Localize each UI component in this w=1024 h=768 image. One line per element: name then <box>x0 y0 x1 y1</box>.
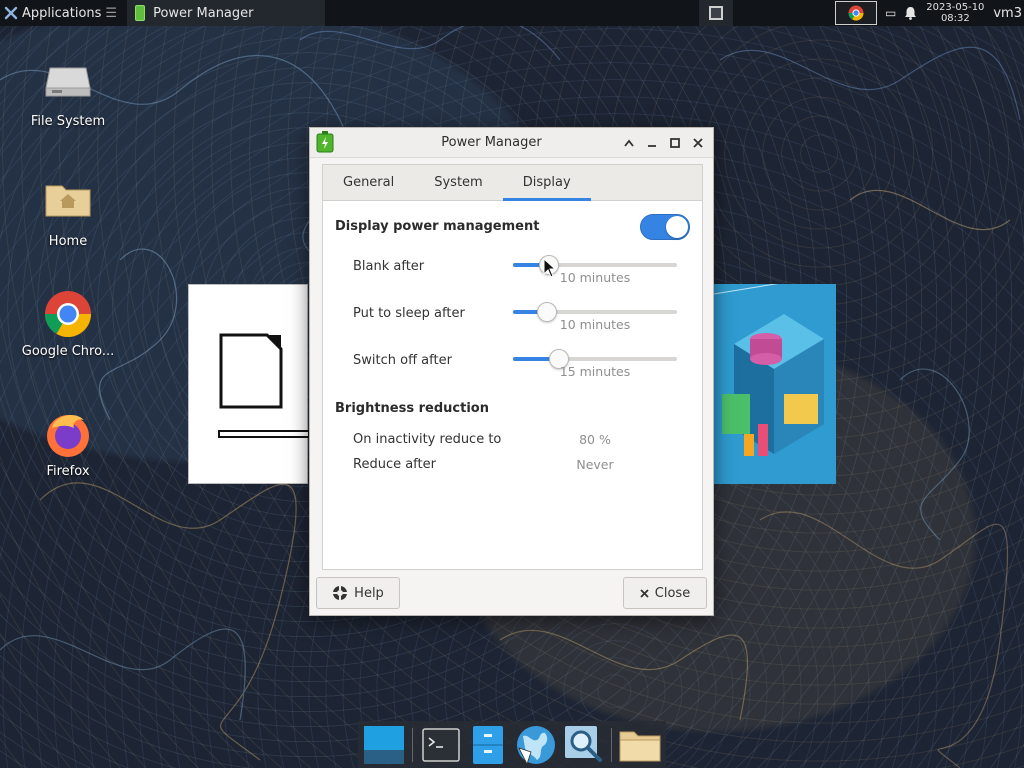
top-panel: Applications ☰ Power Manager ▭ 2023-05-1… <box>0 0 1024 26</box>
inactivity-reduce-value[interactable]: 80 % <box>535 432 655 447</box>
minimize-button[interactable] <box>642 134 661 153</box>
help-lifebuoy-icon <box>333 586 348 600</box>
reduce-after-value[interactable]: Never <box>535 457 655 472</box>
notification-bell-icon[interactable] <box>904 6 917 20</box>
workspace-icon <box>709 6 724 20</box>
clock-date: 2023-05-10 <box>926 2 985 13</box>
clock-time: 08:32 <box>940 13 970 24</box>
tab-bar: General System Display <box>323 165 702 201</box>
xfce-logo-icon <box>4 6 18 20</box>
battery-icon <box>135 5 146 21</box>
dock-folder[interactable] <box>618 723 662 767</box>
bottom-dock <box>358 721 666 768</box>
close-window-button[interactable] <box>688 134 707 153</box>
dock-web-browser[interactable] <box>514 723 558 767</box>
sleep-after-label: Put to sleep after <box>353 306 465 321</box>
settings-notebook: General System Display Display power man… <box>322 164 703 570</box>
desktop-icon-label: File System <box>30 114 106 129</box>
magnifier-icon <box>564 725 602 762</box>
switch-knob <box>666 216 688 238</box>
reduce-after-label: Reduce after <box>353 457 436 472</box>
power-manager-dialog: Power Manager General System Display Dis… <box>309 127 714 616</box>
desktop-icon-label: Home <box>48 234 88 249</box>
chevron-up-icon <box>623 139 634 147</box>
dock-separator <box>611 727 613 762</box>
desktop-icon-label: Google Chro... <box>21 344 115 359</box>
tab-general[interactable]: General <box>323 165 414 200</box>
close-icon <box>692 138 703 148</box>
chrome-icon <box>44 290 92 338</box>
clock[interactable]: 2023-05-10 08:32 <box>925 2 985 24</box>
system-tray: ▭ 2023-05-10 08:32 vm3 <box>835 0 1024 26</box>
background-window-illustration[interactable] <box>714 284 836 484</box>
brightness-reduction-title: Brightness reduction <box>335 401 489 416</box>
file-cabinet-icon <box>473 725 504 764</box>
desktop-icon-file-system[interactable]: File System <box>18 60 118 129</box>
inactivity-reduce-label: On inactivity reduce to <box>353 432 502 447</box>
workspace-switcher[interactable] <box>699 0 734 26</box>
taskbar-item-label: Power Manager <box>153 5 254 21</box>
menu-separator-icon: ☰ <box>105 5 118 21</box>
firefox-icon <box>44 410 92 458</box>
taskbar-item-power-manager[interactable]: Power Manager <box>127 0 326 26</box>
maximize-button[interactable] <box>665 134 684 153</box>
close-icon <box>640 588 649 598</box>
terminal-icon <box>421 727 460 762</box>
desktop-icon-google-chrome[interactable]: Google Chro... <box>18 290 118 359</box>
close-button-label: Close <box>654 585 691 601</box>
power-manager-battery-icon <box>316 131 334 153</box>
maximize-icon <box>669 138 680 148</box>
desktop-icon-label: Firefox <box>46 464 90 479</box>
tab-system[interactable]: System <box>414 165 502 200</box>
background-window-libreoffice[interactable] <box>188 284 310 484</box>
home-folder-icon <box>44 180 92 228</box>
applications-menu-button[interactable]: Applications ☰ <box>0 0 123 26</box>
applications-label: Applications <box>22 5 102 21</box>
user-menu[interactable]: vm3 <box>993 6 1024 21</box>
dialog-titlebar[interactable]: Power Manager <box>310 128 713 158</box>
folder-icon <box>619 731 661 761</box>
show-desktop-icon <box>363 725 404 764</box>
mouse-cursor-icon <box>543 258 557 278</box>
desktop-icon-home[interactable]: Home <box>18 180 118 249</box>
globe-icon <box>516 725 555 765</box>
minimize-icon <box>647 145 656 147</box>
help-button-label: Help <box>354 585 384 601</box>
tray-chrome-button[interactable] <box>835 1 878 25</box>
sleep-after-value: 10 minutes <box>559 317 631 332</box>
shade-button[interactable] <box>619 134 638 153</box>
dock-show-desktop[interactable] <box>362 723 406 767</box>
drive-icon <box>44 60 92 108</box>
display-power-management-switch[interactable] <box>640 214 690 240</box>
dock-terminal[interactable] <box>419 723 463 767</box>
dock-file-manager[interactable] <box>466 723 510 767</box>
libreoffice-document-icon <box>218 333 310 438</box>
tab-display[interactable]: Display <box>502 165 591 201</box>
display-power-management-title: Display power management <box>335 219 540 234</box>
desktop-icon-firefox[interactable]: Firefox <box>18 410 118 479</box>
chrome-icon <box>848 5 864 21</box>
dock-app-finder[interactable] <box>562 723 606 767</box>
isometric-illustration-image <box>714 284 836 484</box>
display-tab-panel: Display power management Blank after 10 … <box>323 201 702 569</box>
window-controls <box>619 128 707 158</box>
help-button[interactable]: Help <box>316 577 400 609</box>
switch-off-after-value: 15 minutes <box>559 364 631 379</box>
close-button[interactable]: Close <box>623 577 707 609</box>
switch-off-after-label: Switch off after <box>353 353 452 368</box>
blank-after-label: Blank after <box>353 259 425 274</box>
dock-separator <box>411 727 413 762</box>
battery-status-icon[interactable]: ▭ <box>885 6 896 20</box>
